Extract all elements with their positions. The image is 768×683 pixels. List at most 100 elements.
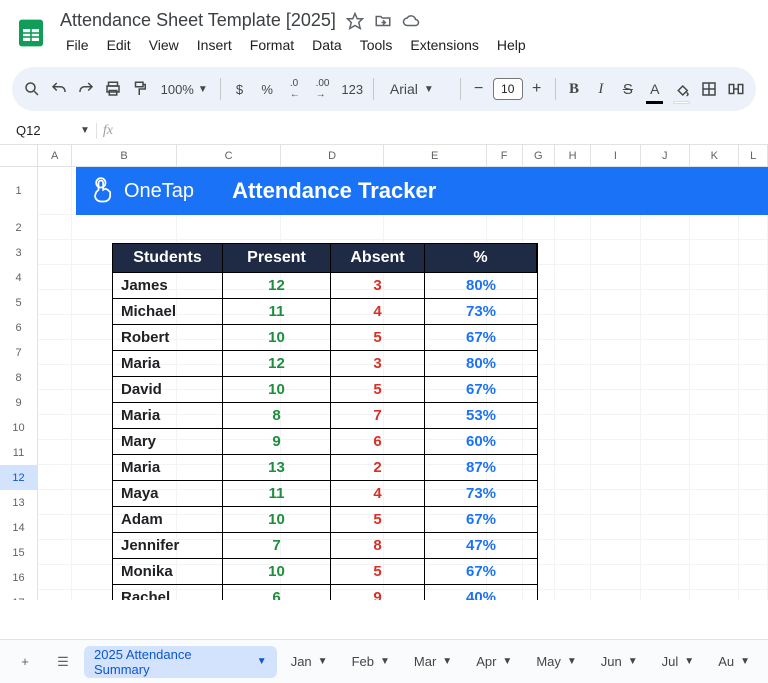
cell[interactable] <box>641 515 690 540</box>
row-header[interactable]: 8 <box>0 365 38 390</box>
sheet-tab-jan[interactable]: Jan▼ <box>281 646 338 678</box>
column-header-C[interactable]: C <box>177 145 282 166</box>
cell[interactable] <box>690 290 739 315</box>
cell[interactable] <box>591 590 640 600</box>
borders-button[interactable] <box>698 76 719 102</box>
present-count[interactable]: 6 <box>223 584 331 600</box>
cell[interactable] <box>38 167 72 215</box>
cell[interactable] <box>38 415 72 440</box>
cell[interactable] <box>555 290 591 315</box>
column-header-B[interactable]: B <box>72 145 177 166</box>
student-name[interactable]: Robert <box>113 324 223 350</box>
cell[interactable] <box>555 590 591 600</box>
attendance-percent[interactable]: 60% <box>425 428 537 454</box>
menu-data[interactable]: Data <box>306 35 348 55</box>
merge-cells-button[interactable] <box>725 76 746 102</box>
cell[interactable] <box>739 540 768 565</box>
cell[interactable] <box>690 265 739 290</box>
attendance-percent[interactable]: 67% <box>425 376 537 402</box>
cell[interactable] <box>38 540 72 565</box>
menu-file[interactable]: File <box>60 35 95 55</box>
cell[interactable] <box>591 290 640 315</box>
sheet-tab-au[interactable]: Au▼ <box>708 646 760 678</box>
increase-decimal-button[interactable]: .00→ <box>312 76 334 102</box>
redo-icon[interactable] <box>76 76 97 102</box>
cell[interactable] <box>690 390 739 415</box>
student-name[interactable]: Maya <box>113 480 223 506</box>
cell[interactable] <box>591 390 640 415</box>
cell[interactable] <box>739 590 768 600</box>
attendance-percent[interactable]: 40% <box>425 584 537 600</box>
row-header[interactable]: 7 <box>0 340 38 365</box>
cell[interactable] <box>690 240 739 265</box>
cell[interactable] <box>641 240 690 265</box>
column-header-E[interactable]: E <box>384 145 487 166</box>
attendance-percent[interactable]: 53% <box>425 402 537 428</box>
cell[interactable] <box>555 490 591 515</box>
attendance-percent[interactable]: 80% <box>425 350 537 376</box>
cell[interactable] <box>38 290 72 315</box>
present-count[interactable]: 10 <box>223 376 331 402</box>
cell[interactable] <box>641 565 690 590</box>
row-header[interactable]: 6 <box>0 315 38 340</box>
cell[interactable] <box>555 565 591 590</box>
cell[interactable] <box>555 240 591 265</box>
menu-insert[interactable]: Insert <box>191 35 238 55</box>
cell[interactable] <box>555 515 591 540</box>
cell[interactable] <box>38 240 72 265</box>
cell[interactable] <box>555 265 591 290</box>
attendance-percent[interactable]: 67% <box>425 558 537 584</box>
bold-button[interactable]: B <box>564 76 585 102</box>
row-header[interactable]: 16 <box>0 565 38 590</box>
cell[interactable] <box>72 215 177 240</box>
cell[interactable] <box>591 315 640 340</box>
fill-color-button[interactable] <box>671 76 692 102</box>
sheet-tab-jun[interactable]: Jun▼ <box>591 646 648 678</box>
formula-bar-input[interactable] <box>125 121 768 140</box>
number-format-button[interactable]: 123 <box>339 76 365 102</box>
student-name[interactable]: Adam <box>113 506 223 532</box>
cell[interactable] <box>38 440 72 465</box>
student-name[interactable]: Maria <box>113 454 223 480</box>
format-percent-button[interactable]: % <box>256 76 278 102</box>
column-header-A[interactable]: A <box>38 145 72 166</box>
cell[interactable] <box>38 515 72 540</box>
absent-count[interactable]: 8 <box>331 532 425 558</box>
cell[interactable] <box>739 515 768 540</box>
row-header[interactable]: 12 <box>0 465 38 490</box>
name-box-input[interactable] <box>12 121 74 140</box>
cell[interactable] <box>690 365 739 390</box>
cell[interactable] <box>739 465 768 490</box>
menu-help[interactable]: Help <box>491 35 532 55</box>
cell[interactable] <box>38 390 72 415</box>
cell[interactable] <box>591 490 640 515</box>
present-count[interactable]: 10 <box>223 558 331 584</box>
cloud-status-icon[interactable] <box>402 12 420 30</box>
student-name[interactable]: Maria <box>113 350 223 376</box>
cell[interactable] <box>739 440 768 465</box>
cell[interactable] <box>739 240 768 265</box>
sheet-tab-jul[interactable]: Jul▼ <box>652 646 705 678</box>
row-header[interactable]: 5 <box>0 290 38 315</box>
attendance-percent[interactable]: 73% <box>425 298 537 324</box>
sheets-logo-icon[interactable] <box>14 11 48 55</box>
cell[interactable] <box>591 415 640 440</box>
cell[interactable] <box>690 590 739 600</box>
sheet-tab-apr[interactable]: Apr▼ <box>466 646 522 678</box>
cell[interactable] <box>690 490 739 515</box>
cell[interactable] <box>739 340 768 365</box>
menu-format[interactable]: Format <box>244 35 300 55</box>
format-currency-button[interactable]: $ <box>229 76 251 102</box>
student-name[interactable]: David <box>113 376 223 402</box>
cell[interactable] <box>690 315 739 340</box>
present-count[interactable]: 11 <box>223 480 331 506</box>
cell[interactable] <box>690 415 739 440</box>
cell[interactable] <box>523 215 555 240</box>
present-count[interactable]: 7 <box>223 532 331 558</box>
column-header-G[interactable]: G <box>523 145 555 166</box>
cell[interactable] <box>591 440 640 465</box>
cell[interactable] <box>555 415 591 440</box>
absent-count[interactable]: 9 <box>331 584 425 600</box>
present-count[interactable]: 12 <box>223 350 331 376</box>
decrease-decimal-button[interactable]: .0← <box>284 76 306 102</box>
